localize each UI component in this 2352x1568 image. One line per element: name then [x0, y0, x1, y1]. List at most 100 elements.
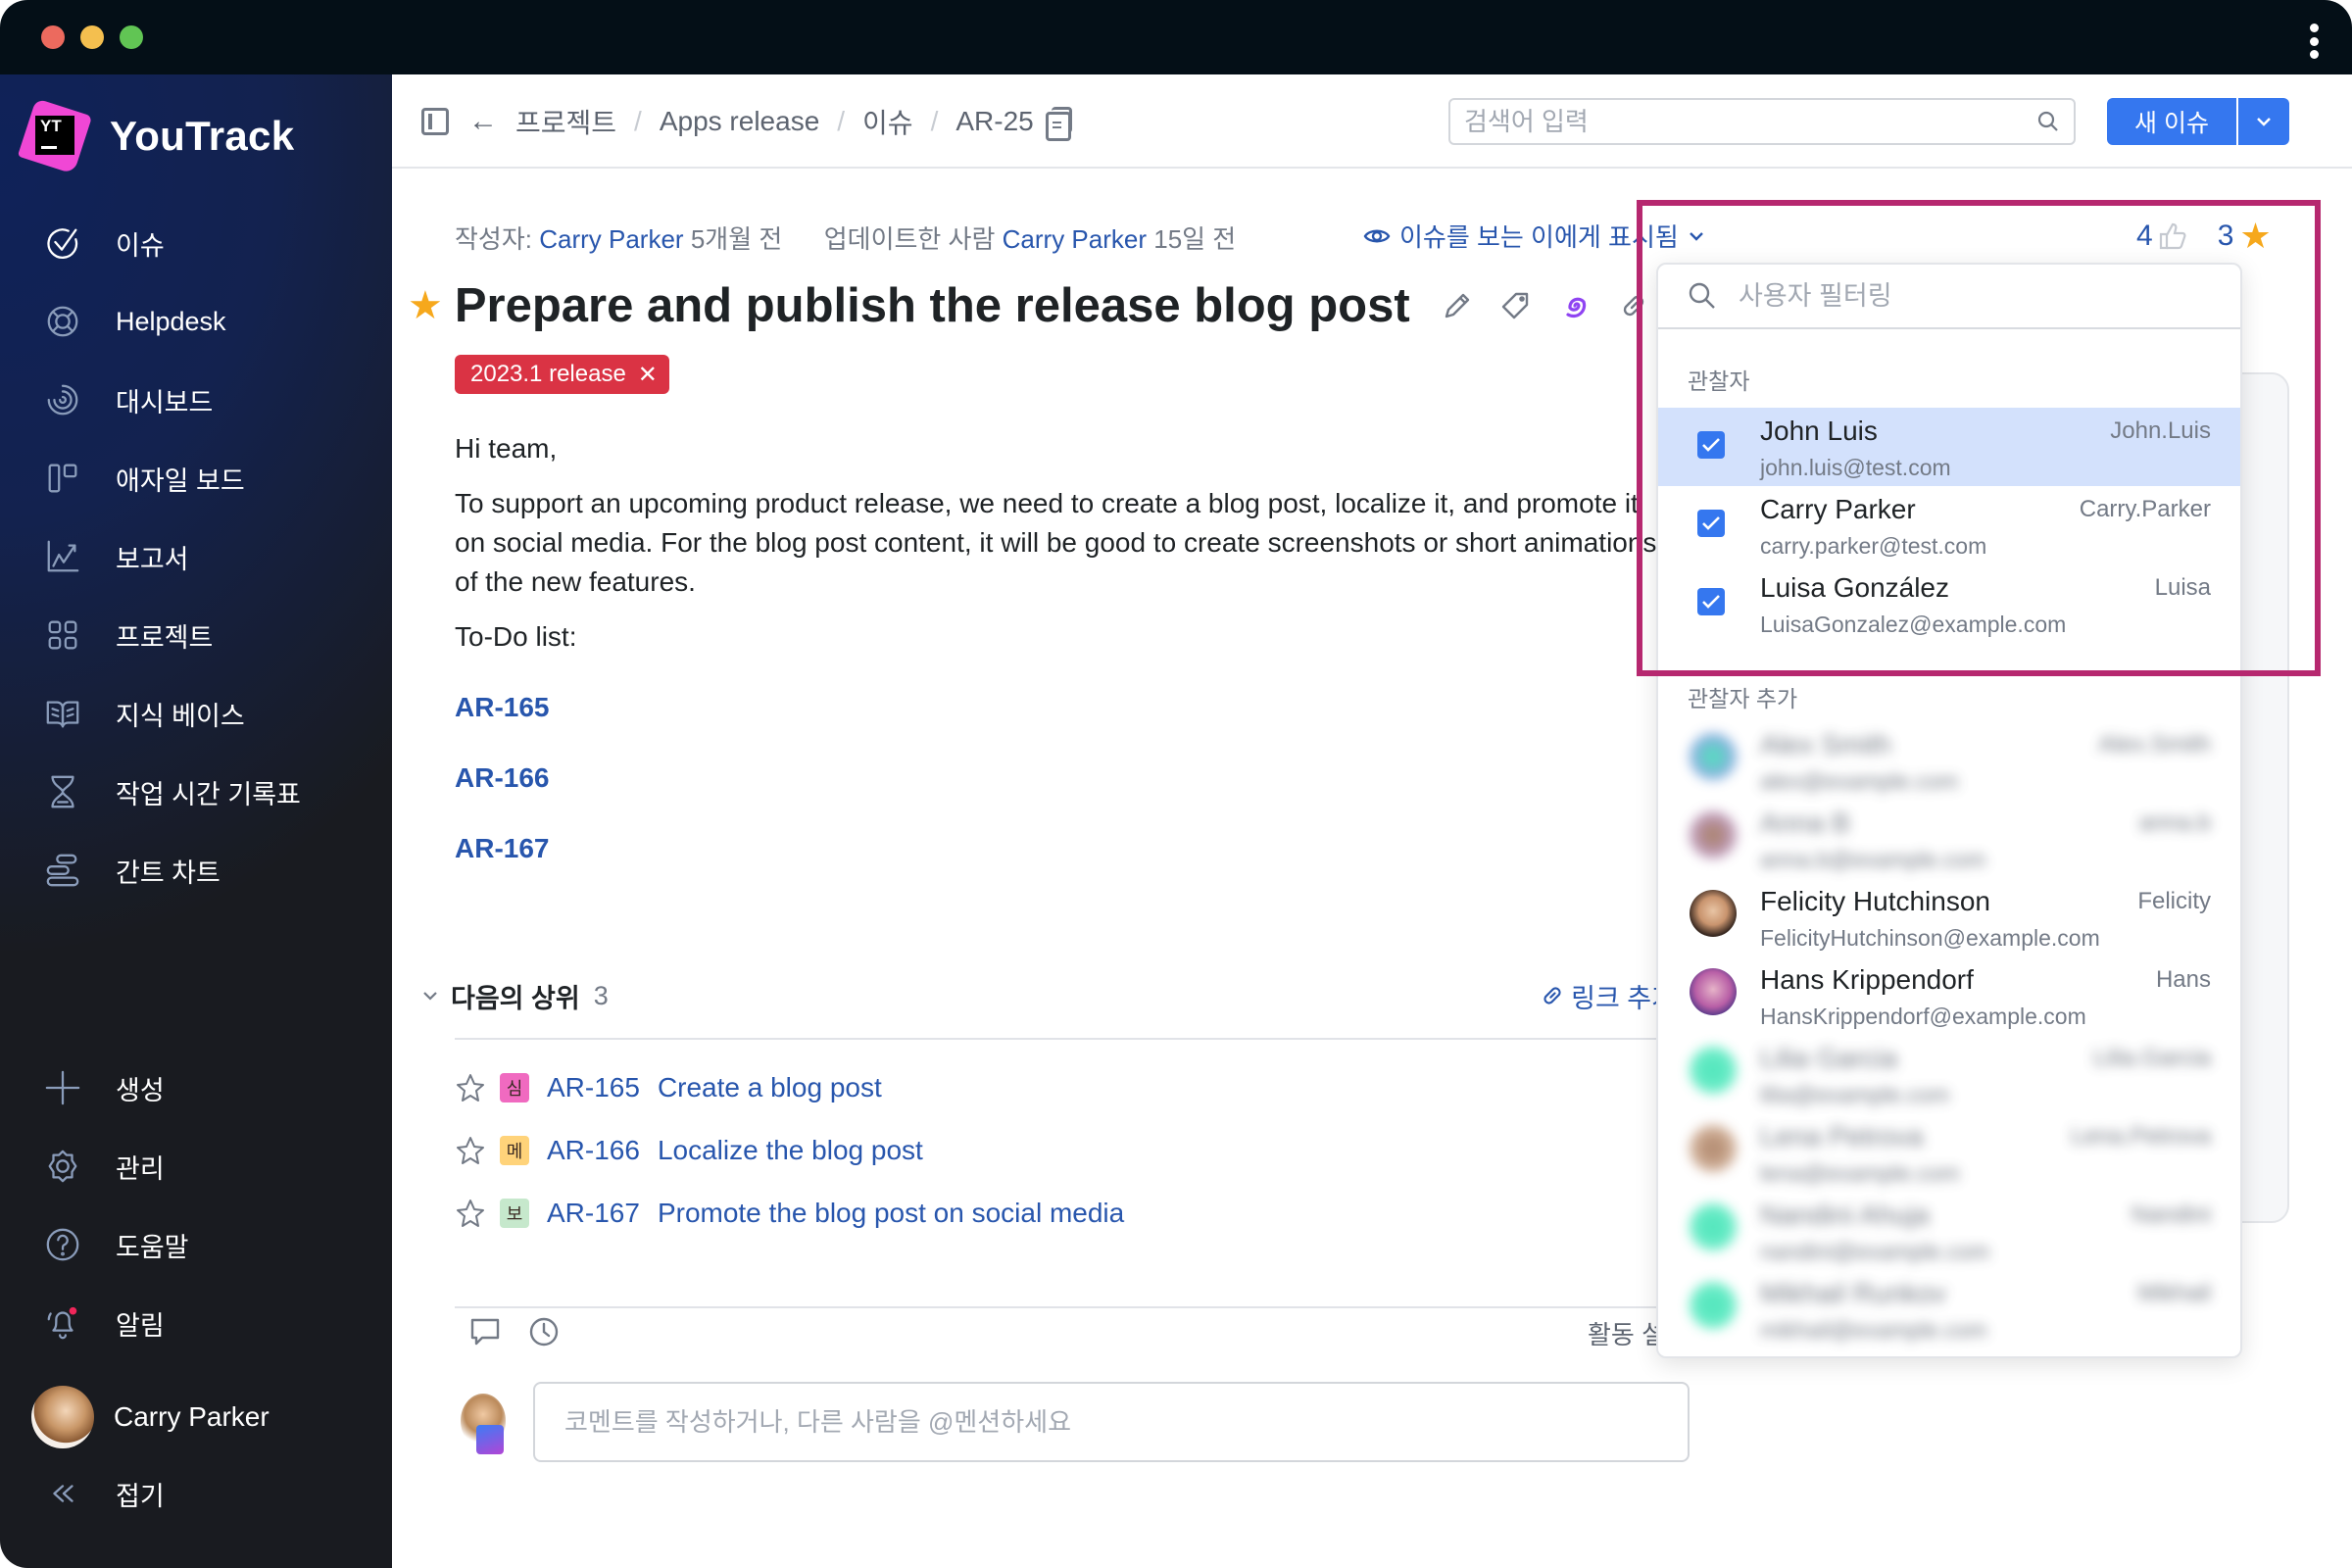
candidate-row[interactable]: Felicity Hutchinson FelicityHutchinson@e… [1658, 878, 2240, 956]
plus-icon [43, 1068, 82, 1107]
bell-icon [43, 1303, 82, 1343]
copy-icon[interactable] [1045, 107, 1072, 141]
search-input[interactable] [1464, 106, 2036, 137]
subtask-title-link[interactable]: Create a blog post [658, 1072, 882, 1103]
spiral-ai-icon[interactable] [1557, 288, 1592, 323]
comment-icon[interactable] [468, 1315, 502, 1348]
created-by-link[interactable]: Carry Parker [539, 224, 683, 254]
watchers-section-label: 관찰자 [1688, 368, 1750, 394]
comment-input[interactable] [564, 1406, 1658, 1438]
pencil-icon[interactable] [1440, 288, 1475, 323]
new-issue-button[interactable]: 새 이슈 [2107, 98, 2236, 145]
app-name: YouTrack [110, 113, 295, 159]
star-filled-icon[interactable]: ★ [408, 283, 443, 328]
sidebar-item-gantt[interactable]: 간트 차트 [0, 841, 392, 900]
watcher-row[interactable]: Luisa González LuisaGonzalez@example.com… [1658, 564, 2240, 643]
tag-icon[interactable] [1498, 288, 1534, 323]
sidebar-item-agile-board[interactable]: 애자일 보드 [0, 449, 392, 508]
subtask-row: 메 AR-166 Localize the blog post [455, 1127, 923, 1174]
maximize-window-button[interactable] [120, 25, 143, 49]
sidebar-item-issues[interactable]: 이슈 [0, 214, 392, 272]
user-filter-input[interactable] [1739, 280, 2240, 312]
vote-button[interactable]: 4 [2136, 220, 2188, 253]
candidate-row[interactable]: Hans Krippendorf HansKrippendorf@example… [1658, 956, 2240, 1035]
sidebar-item-help[interactable]: 도움말 [0, 1215, 392, 1274]
sidebar-collapse-button[interactable]: 접기 [0, 1464, 392, 1523]
chevron-down-icon[interactable] [421, 990, 439, 1002]
candidate-email: lilia@example.com [1760, 1082, 1950, 1107]
candidate-username: anna.b [2138, 809, 2211, 836]
todo-issue-link[interactable]: AR-165 [455, 672, 1660, 743]
add-link-button[interactable]: 링크 추가 [1538, 977, 1676, 1015]
subtask-id-link[interactable]: AR-166 [547, 1135, 640, 1166]
subtask-title-link[interactable]: Promote the blog post on social media [658, 1198, 1124, 1229]
search-icon[interactable] [2036, 110, 2060, 133]
toggle-panel-icon[interactable] [421, 108, 449, 135]
candidate-username: Lilia.Garcia [2092, 1045, 2211, 1071]
close-window-button[interactable] [41, 25, 65, 49]
user-avatar [1690, 968, 1737, 1015]
candidate-row[interactable]: Nandini Ahuja nandini@example.com Nandin… [1658, 1192, 2240, 1270]
candidate-row[interactable]: Lilia Garcia lilia@example.com Lilia.Gar… [1658, 1035, 2240, 1113]
updated-label: 업데이트한 사람 [823, 224, 996, 254]
sidebar-user-profile[interactable]: Carry Parker [0, 1378, 392, 1456]
candidate-row[interactable]: Alex Smith alex@example.com Alex.Smith [1658, 721, 2240, 800]
clock-icon[interactable] [527, 1315, 561, 1348]
breadcrumb-issue-id[interactable]: AR-25 [956, 106, 1033, 137]
gantt-icon [43, 851, 82, 890]
sidebar-item-label: 생성 [116, 1075, 165, 1105]
youtrack-logo-icon: YT [17, 98, 93, 174]
todo-issue-link[interactable]: AR-166 [455, 743, 1660, 813]
sidebar-item-dashboard[interactable]: 대시보드 [0, 370, 392, 429]
sidebar-item-label: 이슈 [116, 230, 165, 261]
breadcrumb-project[interactable]: Apps release [660, 106, 819, 137]
subtask-id-link[interactable]: AR-167 [547, 1198, 640, 1229]
sidebar-item-notifications[interactable]: 알림 [0, 1294, 392, 1352]
minimize-window-button[interactable] [80, 25, 104, 49]
watcher-row[interactable]: Carry Parker carry.parker@test.com Carry… [1658, 486, 2240, 564]
checkbox-checked-icon[interactable] [1697, 510, 1725, 537]
candidate-email: nandini@example.com [1760, 1239, 1990, 1264]
sidebar-item-create[interactable]: 생성 [0, 1058, 392, 1117]
candidate-row[interactable]: Lena Petrova lena@example.com Lena.Petro… [1658, 1113, 2240, 1192]
subtask-title-link[interactable]: Localize the blog post [658, 1135, 923, 1166]
sidebar-item-helpdesk[interactable]: Helpdesk [0, 292, 392, 351]
sidebar-item-administration[interactable]: 관리 [0, 1137, 392, 1196]
subtask-id-link[interactable]: AR-165 [547, 1072, 640, 1103]
watcher-email: carry.parker@test.com [1760, 533, 1987, 559]
more-vertical-icon[interactable] [2309, 24, 2319, 59]
breadcrumb-issues[interactable]: 이슈 [862, 102, 913, 141]
remove-tag-icon[interactable]: ✕ [638, 361, 658, 389]
subtasks-title: 다음의 상위 [451, 983, 580, 1013]
sidebar-item-timesheets[interactable]: 작업 시간 기록표 [0, 762, 392, 821]
candidate-row[interactable]: Mikhail Runkov mikhail@example.com Mikha… [1658, 1270, 2240, 1348]
checkbox-checked-icon[interactable] [1697, 431, 1725, 459]
sidebar-item-reports[interactable]: 보고서 [0, 527, 392, 586]
star-outline-icon[interactable] [455, 1135, 486, 1166]
issue-tag[interactable]: 2023.1 release ✕ [455, 355, 669, 394]
sidebar-item-knowledge-base[interactable]: 지식 베이스 [0, 684, 392, 743]
candidate-row[interactable]: Anna B anna.b@example.com anna.b [1658, 800, 2240, 878]
chevron-down-icon [1689, 231, 1703, 241]
candidate-name: Lena Petrova [1760, 1121, 1924, 1152]
candidate-name: Mikhail Runkov [1760, 1278, 1946, 1308]
new-issue-dropdown-button[interactable] [2238, 98, 2289, 145]
star-count-button[interactable]: 3 ★ [2218, 216, 2272, 257]
sidebar-item-label: 애자일 보드 [116, 466, 245, 496]
star-outline-icon[interactable] [455, 1072, 486, 1103]
sidebar-item-projects[interactable]: 프로젝트 [0, 606, 392, 664]
activity-settings-button[interactable]: 활동 설 [1588, 1315, 1665, 1351]
updated-by-link[interactable]: Carry Parker [1003, 224, 1147, 254]
app-logo[interactable]: YT YouTrack [17, 98, 295, 174]
back-arrow-icon[interactable]: ← [468, 105, 498, 138]
checkbox-checked-icon[interactable] [1697, 588, 1725, 615]
link-icon[interactable] [1616, 288, 1651, 323]
comment-box [533, 1382, 1690, 1462]
visibility-dropdown[interactable]: 이슈를 보는 이에게 표시됨 [1362, 218, 1712, 254]
todo-issue-link[interactable]: AR-167 [455, 813, 1660, 884]
watcher-row[interactable]: John Luis john.luis@test.com John.Luis [1658, 408, 2240, 486]
subtasks-divider [455, 1038, 1680, 1040]
star-outline-icon[interactable] [455, 1198, 486, 1229]
tag-label: 2023.1 release [470, 361, 626, 387]
breadcrumb-projects[interactable]: 프로젝트 [515, 102, 616, 141]
